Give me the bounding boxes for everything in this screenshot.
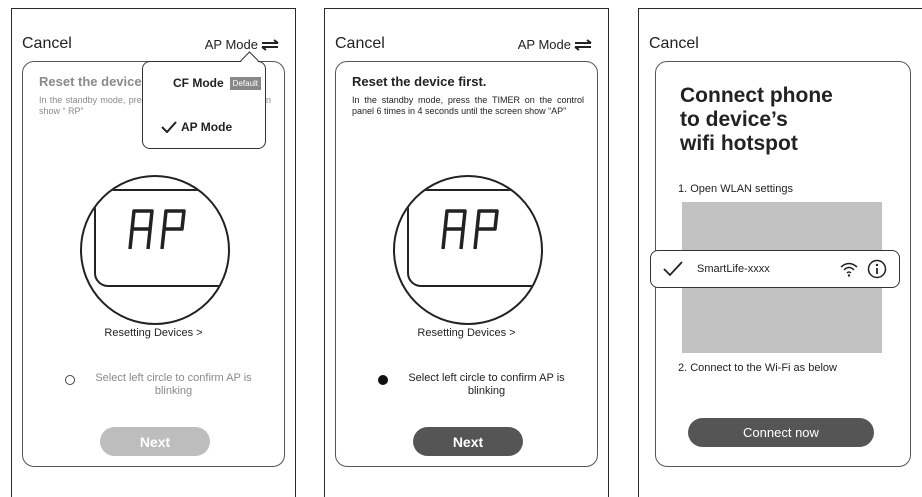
ap-display-glyph — [128, 209, 186, 250]
hotspot-card: Connect phone to device’s wifi hotspot 1… — [650, 61, 911, 467]
card-title: Reset the device first. — [352, 74, 487, 89]
title-line-1: Connect phone — [680, 84, 833, 107]
check-icon — [161, 121, 177, 133]
mode-label: AP Mode — [204, 37, 258, 52]
display-illustration — [80, 175, 230, 325]
swap-arrows-icon — [574, 38, 592, 51]
card-title: Reset the device — [39, 74, 142, 89]
step-2-text: 2. Connect to the Wi-Fi as below — [678, 362, 837, 374]
default-badge: Default — [229, 76, 262, 90]
cf-mode-label: CF Mode — [173, 76, 224, 90]
mode-switch[interactable]: AP Mode — [205, 37, 279, 52]
phone-panel-2: Cancel AP Mode Reset the device first. I… — [324, 8, 609, 497]
confirm-text: Select left circle to confirm AP is blin… — [95, 372, 252, 397]
next-button[interactable]: Next — [413, 427, 523, 456]
resetting-devices-link[interactable]: Resetting Devices > — [23, 327, 284, 339]
mode-label: AP Mode — [517, 37, 571, 52]
title-line-2: to device’s — [680, 108, 788, 131]
check-icon — [663, 261, 683, 277]
page-title: Connect phone to device’s wifi hotspot — [680, 84, 833, 156]
dropdown-arrow — [240, 51, 259, 70]
wifi-icon — [840, 262, 858, 277]
cancel-button[interactable]: Cancel — [22, 35, 72, 53]
ap-mode-option[interactable]: AP Mode — [161, 120, 232, 134]
ap-mode-label: AP Mode — [181, 120, 233, 134]
card-description: In the standby mode, press the TIMER on … — [352, 95, 584, 116]
confirm-row[interactable]: Select left circle to confirm AP is blin… — [378, 372, 573, 398]
cancel-button[interactable]: Cancel — [335, 35, 385, 53]
confirm-text: Select left circle to confirm AP is blin… — [408, 372, 565, 397]
mode-dropdown: CF Mode Default AP Mode — [142, 51, 266, 149]
phone-panel-1: Cancel AP Mode Reset the device In the s… — [11, 8, 296, 497]
confirm-radio[interactable] — [378, 375, 388, 385]
cancel-button[interactable]: Cancel — [649, 35, 699, 53]
mode-switch[interactable]: AP Mode — [518, 37, 592, 52]
phone-panel-3: Cancel Connect phone to device’s wifi ho… — [638, 8, 922, 497]
reset-card: Reset the device first. In the standby m… — [335, 61, 598, 467]
wifi-name: SmartLife-xxxx — [697, 263, 770, 275]
title-line-3: wifi hotspot — [680, 132, 798, 155]
confirm-row[interactable]: Select left circle to confirm AP is blin… — [65, 372, 260, 398]
next-button[interactable]: Next — [100, 427, 210, 456]
confirm-radio[interactable] — [65, 375, 75, 385]
cf-mode-option[interactable]: CF Mode Default — [173, 76, 262, 90]
resetting-devices-link[interactable]: Resetting Devices > — [336, 327, 597, 339]
ap-display-glyph — [441, 209, 499, 250]
wifi-network-item[interactable]: SmartLife-xxxx — [650, 250, 900, 288]
connect-now-button[interactable]: Connect now — [688, 418, 874, 447]
step-1-text: 1. Open WLAN settings — [678, 183, 793, 195]
info-icon[interactable] — [867, 259, 887, 279]
display-illustration — [393, 175, 543, 325]
swap-arrows-icon — [261, 38, 279, 51]
